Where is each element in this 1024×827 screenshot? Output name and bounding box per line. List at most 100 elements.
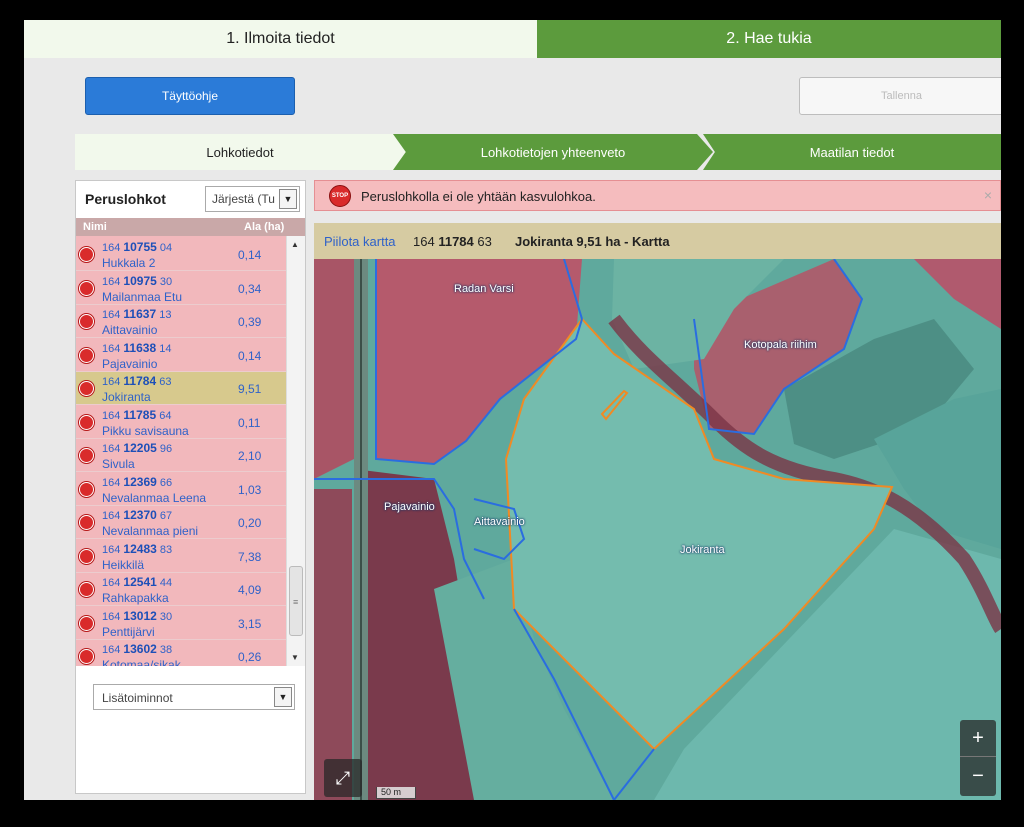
code-number: 11637	[123, 307, 157, 321]
list-header: Nimi Ala (ha)	[76, 218, 305, 236]
map-label-pajavainio: Pajavainio	[384, 501, 435, 513]
code-prefix: 164	[102, 242, 121, 254]
chevron-down-icon[interactable]: ▼	[279, 189, 297, 209]
stop-icon	[79, 515, 94, 530]
scroll-down-icon[interactable]: ▼	[291, 653, 299, 662]
tab-maatilan-tiedot[interactable]: Maatilan tiedot	[703, 134, 1001, 170]
stop-icon	[79, 347, 94, 363]
sort-select-value: Järjestä (Tu	[212, 192, 275, 206]
map-label-aittavainio: Aittavainio	[474, 516, 525, 528]
parcel-code: 164 11785 64	[102, 408, 171, 422]
list-item[interactable]: 164 11637 13 Aittavainio 0,39	[76, 305, 286, 338]
map-header: Piilota kartta 164 11784 63 Jokiranta 9,…	[314, 223, 1001, 259]
fullscreen-button[interactable]: ⤢	[324, 759, 362, 797]
tab-lohkotiedot[interactable]: Lohkotiedot	[75, 134, 405, 170]
parcel-code: 164 13012 30	[102, 609, 172, 623]
parcel-name: Nevalanmaa pieni	[102, 524, 199, 538]
alert-banner: STOP Peruslohkolla ei ole yhtään kasvulo…	[314, 180, 1001, 211]
step-hae-tukia[interactable]: 2. Hae tukia	[537, 20, 1001, 58]
parcel-code: 164 12370 67	[102, 508, 172, 522]
app-frame: 1. Ilmoita tiedot 2. Hae tukia Täyttöohj…	[24, 20, 1001, 800]
alert-message: Peruslohkolla ei ole yhtään kasvulohkoa.	[361, 189, 596, 204]
code-suffix: 30	[159, 275, 173, 288]
parcel-code: 164 12541 44	[102, 575, 172, 589]
code-suffix: 66	[159, 476, 173, 489]
code-number: 11638	[123, 340, 157, 355]
stop-icon	[79, 280, 94, 296]
grip-icon: ≡	[293, 597, 299, 607]
code-number: 11784	[438, 234, 474, 249]
zoom-in-button[interactable]: +	[960, 720, 996, 757]
code-prefix: 164	[102, 577, 121, 589]
list-item[interactable]: 164 10755 04 Hukkala 2 0,14	[76, 238, 286, 271]
list-item[interactable]: 164 11638 14 Pajavainio 0,14	[76, 338, 286, 372]
parcel-code: 164 13602 38	[102, 642, 172, 656]
column-area-header[interactable]: Ala (ha)	[244, 221, 284, 233]
parcel-area: 0,26	[238, 650, 262, 664]
tab-lohkotietojen-yhteenveto[interactable]: Lohkotietojen yhteenveto	[393, 134, 713, 170]
parcel-code: 164 11784 63	[413, 234, 492, 249]
save-button[interactable]: Tallenna	[799, 77, 1001, 115]
parcel-code: 164 12483 83	[102, 542, 172, 556]
stop-icon	[79, 582, 94, 597]
list-item[interactable]: 164 12205 96 Sivula 2,10	[76, 439, 286, 472]
chevron-down-icon[interactable]: ▼	[274, 687, 292, 707]
list-item[interactable]: 164 12370 67 Nevalanmaa pieni 0,20	[76, 506, 286, 539]
list-item[interactable]: 164 10975 30 Mailanmaa Etu 0,34	[76, 271, 286, 305]
parcel-code: 164 12205 96	[102, 441, 172, 455]
parcel-name: Pikku savisauna	[102, 423, 189, 438]
list-item[interactable]: 164 11784 63 Jokiranta 9,51	[76, 372, 286, 405]
close-icon[interactable]: ×	[984, 187, 992, 203]
stop-icon	[79, 615, 94, 631]
parcel-code: 164 11784 63	[102, 374, 171, 388]
stop-icon	[79, 314, 94, 329]
panel-title: Peruslohkot	[85, 191, 166, 207]
step-ilmoita-tiedot[interactable]: 1. Ilmoita tiedot	[24, 20, 537, 58]
code-prefix: 164	[102, 342, 121, 355]
more-actions-select[interactable]: Lisätoiminnot ▼	[93, 684, 295, 710]
list-item[interactable]: 164 12541 44 Rahkapakka 4,09	[76, 573, 286, 606]
code-suffix: 04	[159, 242, 173, 254]
wizard-steps: 1. Ilmoita tiedot 2. Hae tukia	[24, 20, 1001, 58]
sort-select[interactable]: Järjestä (Tu ▼	[205, 186, 300, 212]
stop-icon	[79, 247, 94, 262]
scroll-thumb[interactable]: ≡	[289, 566, 303, 636]
code-number: 11784	[123, 374, 157, 388]
parcel-list-panel: Peruslohkot Järjestä (Tu ▼ Nimi Ala (ha)…	[75, 180, 306, 794]
parcel-code: 164 10975 30	[102, 274, 172, 288]
parcel-name: Hukkala 2	[102, 256, 156, 270]
parcel-area: 1,03	[238, 482, 262, 497]
code-number: 12483	[123, 541, 157, 556]
expand-icon: ⤢	[335, 767, 351, 788]
code-suffix: 14	[159, 342, 172, 355]
help-button[interactable]: Täyttöohje	[85, 77, 295, 115]
parcel-name: Kotomaa/sikak	[102, 658, 181, 666]
code-prefix: 164	[102, 510, 121, 522]
list-item[interactable]: 164 11785 64 Pikku savisauna 0,11	[76, 405, 286, 439]
code-prefix: 164	[413, 234, 435, 249]
code-number: 12370	[123, 508, 157, 522]
parcel-code: 164 10755 04	[102, 240, 172, 254]
scroll-up-icon[interactable]: ▲	[291, 240, 299, 249]
code-number: 12541	[123, 575, 157, 589]
list-item[interactable]: 164 13012 30 Penttijärvi 3,15	[76, 606, 286, 640]
parcel-area: 7,38	[238, 549, 262, 564]
hide-map-link[interactable]: Piilota kartta	[324, 234, 396, 249]
list-scrollbar[interactable]: ▲ ≡ ▼	[286, 236, 305, 666]
column-name-header[interactable]: Nimi	[83, 221, 107, 233]
code-number: 12205	[123, 441, 157, 455]
code-suffix: 64	[159, 409, 172, 422]
list-item[interactable]: 164 12369 66 Nevalanmaa Leena 1,03	[76, 472, 286, 506]
zoom-out-button[interactable]: −	[960, 758, 996, 795]
stop-icon	[79, 548, 94, 564]
list-item[interactable]: 164 12483 83 Heikkilä 7,38	[76, 539, 286, 573]
parcel-code: 164 12369 66	[102, 475, 172, 489]
code-number: 13012	[123, 608, 157, 623]
parcel-area: 0,39	[238, 315, 262, 329]
parcel-area: 2,10	[238, 449, 262, 463]
stop-icon	[79, 481, 94, 497]
map-view[interactable]: Radan Varsi Kotopala riihim Pajavainio A…	[314, 259, 1001, 800]
satellite-map-image	[314, 259, 1001, 800]
code-suffix: 96	[159, 443, 173, 455]
list-item[interactable]: 164 13602 38 Kotomaa/sikak 0,26	[76, 640, 286, 666]
